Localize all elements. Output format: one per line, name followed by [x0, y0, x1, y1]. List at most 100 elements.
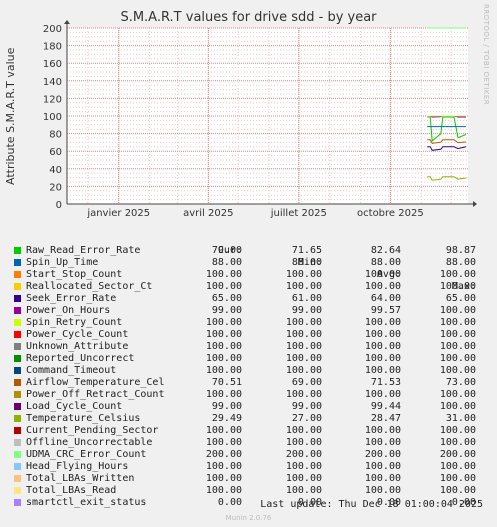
legend-row: Total_LBAs_Written 100.00 100.00 100.00 100.… [14, 473, 484, 485]
legend-swatch [14, 379, 21, 386]
legend-swatch [14, 391, 21, 398]
legend-row: Power_On_Hours 99.00 99.00 99.57 100.00 [14, 305, 484, 317]
legend-value-max: 73.00 [445, 377, 476, 388]
legend-value-min: 100.00 [285, 353, 322, 364]
legend-series-name: Seek_Error_Rate [26, 293, 117, 304]
legend: Cur: Min: Avg: Max: Raw_Read_Error_Rate 7… [14, 233, 484, 509]
legend-value-max: 88.00 [445, 257, 476, 268]
legend-value-max: 100.00 [439, 401, 476, 412]
legend-row: Load_Cycle_Count 99.00 99.00 99.44 100.00 [14, 401, 484, 413]
legend-swatch [14, 307, 21, 314]
legend-swatch [14, 451, 21, 458]
y-axis-label: Attribute S.M.A.R.T value [4, 47, 17, 185]
chart-title: S.M.A.R.T values for drive sdd - by year [120, 10, 377, 25]
legend-row: Current_Pending_Sector 100.00 100.00 100.00… [14, 425, 484, 437]
legend-row: Start_Stop_Count 100.00 100.00 100.00 100.00 [14, 269, 484, 281]
legend-row: Offline_Uncorrectable 100.00 100.00 100.00 1… [14, 437, 484, 449]
legend-series-name: Spin_Up_Time [26, 257, 99, 268]
legend-row: Power_Cycle_Count 100.00 100.00 100.00 100.0… [14, 329, 484, 341]
legend-value-max: 100.00 [439, 485, 476, 496]
y-tick-label: 80 [49, 130, 62, 141]
legend-value-min: 71.65 [291, 245, 322, 256]
legend-value-cur: 100.00 [205, 485, 242, 496]
legend-value-cur: 100.00 [205, 269, 242, 280]
legend-value-min: 100.00 [285, 329, 322, 340]
x-tick-label: avril 2025 [183, 208, 233, 219]
legend-value-avg: 100.00 [364, 461, 401, 472]
legend-value-max: 100.00 [439, 329, 476, 340]
legend-value-avg: 99.44 [370, 401, 401, 412]
legend-swatch [14, 355, 21, 362]
legend-value-max: 100.00 [439, 389, 476, 400]
legend-row: Total_LBAs_Read 100.00 100.00 100.00 100.00 [14, 485, 484, 497]
legend-value-min: 200.00 [285, 449, 322, 460]
legend-swatch [14, 475, 21, 482]
legend-value-avg: 28.47 [370, 413, 401, 424]
legend-row: Spin_Up_Time 88.00 88.00 88.00 88.00 [14, 257, 484, 269]
legend-row: Seek_Error_Rate 65.00 61.00 64.00 65.00 [14, 293, 484, 305]
legend-value-cur: 29.49 [211, 413, 242, 424]
x-axis-arrow [473, 201, 477, 207]
legend-series-name: Spin_Retry_Count [26, 317, 123, 328]
legend-row: Airflow_Temperature_Cel 70.51 69.00 71.53 73… [14, 377, 484, 389]
legend-value-min: 69.00 [291, 377, 322, 388]
legend-value-min: 100.00 [285, 365, 322, 376]
y-tick-label: 200 [43, 24, 62, 35]
legend-value-avg: 100.00 [364, 281, 401, 292]
legend-value-min: 100.00 [285, 485, 322, 496]
y-tick-label: 100 [43, 112, 62, 123]
legend-series-name: Power_Cycle_Count [26, 329, 129, 340]
legend-row: Command_Timeout 100.00 100.00 100.00 100.00 [14, 365, 484, 377]
y-tick-label: 40 [49, 165, 62, 176]
legend-value-avg: 100.00 [364, 389, 401, 400]
legend-value-cur: 100.00 [205, 425, 242, 436]
legend-value-avg: 100.00 [364, 329, 401, 340]
legend-value-avg: 71.53 [370, 377, 401, 388]
legend-swatch [14, 295, 21, 302]
rrdtool-watermark: RRDTOOL / TOBI OETIKER [482, 4, 490, 106]
legend-value-avg: 100.00 [364, 353, 401, 364]
legend-row: Reported_Uncorrect 100.00 100.00 100.00 100.… [14, 353, 484, 365]
legend-value-min: 61.00 [291, 293, 322, 304]
y-tick-label: 180 [43, 42, 62, 53]
legend-series-name: Head_Flying_Hours [26, 461, 129, 472]
legend-value-max: 100.00 [439, 305, 476, 316]
legend-swatch [14, 343, 21, 350]
legend-value-avg: 100.00 [364, 269, 401, 280]
legend-series-name: Start_Stop_Count [26, 269, 123, 280]
y-tick-label: 20 [49, 182, 62, 193]
legend-value-cur: 100.00 [205, 389, 242, 400]
y-tick-label: 160 [43, 59, 62, 70]
legend-value-cur: 100.00 [205, 437, 242, 448]
legend-value-max: 100.00 [439, 437, 476, 448]
legend-value-cur: 100.00 [205, 317, 242, 328]
legend-row: Reallocated_Sector_Ct 100.00 100.00 100.00 1… [14, 281, 484, 293]
legend-series-name: Reported_Uncorrect [26, 353, 135, 364]
legend-series-name: Current_Pending_Sector [26, 425, 159, 436]
y-tick-label: 60 [49, 147, 62, 158]
legend-value-cur: 100.00 [205, 461, 242, 472]
legend-row: Head_Flying_Hours 100.00 100.00 100.00 100.0… [14, 461, 484, 473]
legend-series-name: Unknown_Attribute [26, 341, 129, 352]
legend-value-max: 100.00 [439, 269, 476, 280]
legend-series-name: Power_On_Hours [26, 305, 111, 316]
legend-value-max: 100.00 [439, 461, 476, 472]
legend-value-cur: 70.51 [211, 377, 242, 388]
legend-series-name: Airflow_Temperature_Cel [26, 377, 165, 388]
legend-value-max: 200.00 [439, 449, 476, 460]
legend-value-max: 100.00 [439, 365, 476, 376]
legend-value-avg: 200.00 [364, 449, 401, 460]
legend-value-max: 100.00 [439, 317, 476, 328]
legend-value-avg: 100.00 [364, 425, 401, 436]
legend-value-cur: 99.00 [211, 401, 242, 412]
legend-series-name: Load_Cycle_Count [26, 401, 123, 412]
legend-swatch [14, 283, 21, 290]
legend-value-cur: 79.00 [211, 245, 242, 256]
legend-swatch [14, 367, 21, 374]
legend-value-min: 99.00 [291, 401, 322, 412]
legend-swatch [14, 319, 21, 326]
legend-value-avg: 100.00 [364, 317, 401, 328]
legend-swatch [14, 415, 21, 422]
legend-value-max: 98.87 [445, 245, 476, 256]
legend-swatch [14, 463, 21, 470]
